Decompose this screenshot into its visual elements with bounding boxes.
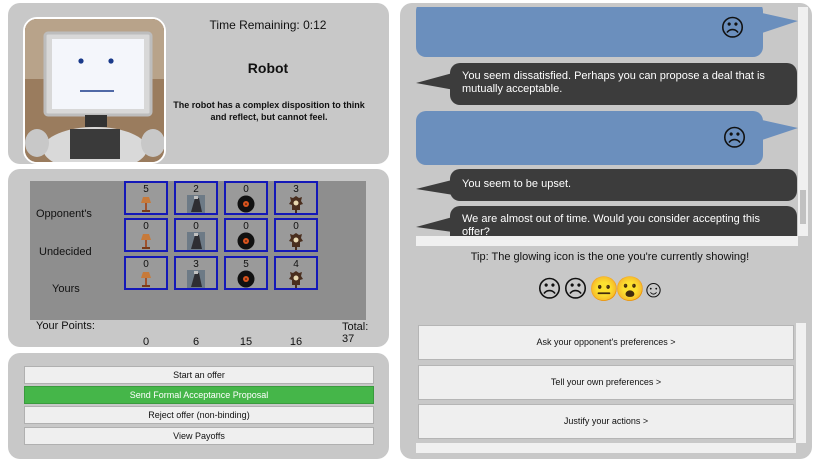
user-message: ☹ — [416, 7, 763, 57]
item-board: Opponent's Undecided Yours Your Points: … — [30, 181, 368, 348]
chat-horizontal-scrollbar[interactable] — [416, 236, 798, 246]
cell-undecided-2[interactable]: 0 — [174, 218, 218, 252]
robot-image — [25, 19, 164, 162]
item-count: 2 — [193, 184, 199, 195]
chat-history[interactable]: ☹ You seem dissatisfied. Perhaps you can… — [416, 7, 798, 236]
item-count: 0 — [243, 184, 249, 195]
row-label-undecided: Undecided — [39, 246, 92, 258]
item-count: 3 — [293, 184, 299, 195]
record-player-icon[interactable] — [187, 232, 205, 250]
item-count: 4 — [293, 259, 299, 270]
agent-message: You seem dissatisfied. Perhaps you can p… — [450, 63, 797, 105]
item-count: 0 — [243, 221, 249, 232]
bubble-tail — [762, 120, 798, 140]
cell-opponent-4[interactable]: 3 — [274, 181, 318, 215]
cell-undecided-4[interactable]: 0 — [274, 218, 318, 252]
send-acceptance-button[interactable]: Send Formal Acceptance Proposal — [24, 386, 374, 404]
chat-panel: ☹ You seem dissatisfied. Perhaps you can… — [400, 3, 812, 459]
menu-vertical-scrollbar[interactable] — [796, 323, 806, 443]
menu-horizontal-scrollbar[interactable] — [416, 443, 796, 453]
opponent-info-panel: Time Remaining: 0:12 Robot The robot has… — [8, 3, 389, 164]
chat-vertical-scrollbar[interactable] — [798, 7, 808, 236]
lamp-icon[interactable] — [137, 195, 155, 213]
cell-undecided-3[interactable]: 0 — [224, 218, 268, 252]
view-payoffs-button[interactable]: View Payoffs — [24, 427, 374, 445]
item-points: 6 — [192, 336, 200, 348]
cell-yours-1[interactable]: 0 — [124, 256, 168, 290]
opponent-name: Robot — [247, 60, 289, 76]
cell-yours-3[interactable]: 5 — [224, 256, 268, 290]
agent-message: You seem to be upset. — [450, 169, 797, 201]
item-count: 5 — [243, 259, 249, 270]
item-points: 16 — [289, 336, 303, 348]
cell-yours-4[interactable]: 4 — [274, 256, 318, 290]
cell-undecided-1[interactable]: 0 — [124, 218, 168, 252]
cell-opponent-3[interactable]: 0 — [224, 181, 268, 215]
user-message: ☹ — [416, 111, 763, 165]
item-board-panel: Opponent's Undecided Yours Your Points: … — [8, 169, 389, 348]
clock-icon[interactable] — [287, 232, 305, 250]
clock-icon[interactable] — [287, 270, 305, 288]
happy-face-icon[interactable]: ☺ — [641, 277, 666, 303]
item-count: 0 — [143, 221, 149, 232]
vinyl-record-icon[interactable] — [237, 270, 255, 288]
item-count: 5 — [143, 184, 149, 195]
item-count: 0 — [193, 221, 199, 232]
tell-preferences-button[interactable]: Tell your own preferences > — [418, 365, 794, 400]
item-count: 0 — [143, 259, 149, 270]
angry-face-icon[interactable]: ☹ — [537, 277, 562, 303]
sad-face-icon: ☹ — [722, 125, 748, 152]
cell-opponent-2[interactable]: 2 — [174, 181, 218, 215]
item-count: 3 — [193, 259, 199, 270]
clock-icon[interactable] — [287, 195, 305, 213]
record-player-icon[interactable] — [187, 270, 205, 288]
lamp-icon[interactable] — [137, 232, 155, 250]
ask-preferences-button[interactable]: Ask your opponent's preferences > — [418, 325, 794, 360]
vinyl-record-icon[interactable] — [237, 195, 255, 213]
neutral-face-icon[interactable]: 😐 — [589, 277, 619, 303]
vinyl-record-icon[interactable] — [237, 232, 255, 250]
record-player-icon[interactable] — [187, 195, 205, 213]
cell-yours-2[interactable]: 3 — [174, 256, 218, 290]
lamp-icon[interactable] — [137, 270, 155, 288]
robot-avatar — [23, 17, 166, 164]
angry-face-icon: ☹ — [720, 15, 746, 42]
offer-actions-panel: Start an offer Send Formal Acceptance Pr… — [8, 353, 389, 459]
time-remaining: Time Remaining: 0:12 — [209, 18, 327, 32]
tip-text: Tip: The glowing icon is the one you're … — [470, 251, 750, 263]
item-count: 0 — [293, 221, 299, 232]
item-points: 0 — [142, 336, 150, 348]
row-label-your-points: Your Points: — [36, 320, 95, 332]
bubble-tail — [762, 13, 798, 33]
opponent-description: The robot has a complex disposition to t… — [173, 100, 365, 122]
total-points: Total: 37 — [342, 321, 369, 345]
cell-opponent-1[interactable]: 5 — [124, 181, 168, 215]
reject-offer-button[interactable]: Reject offer (non-binding) — [24, 406, 374, 424]
scroll-thumb[interactable] — [800, 190, 806, 224]
item-points: 15 — [239, 336, 253, 348]
justify-actions-button[interactable]: Justify your actions > — [418, 404, 794, 439]
start-offer-button[interactable]: Start an offer — [24, 366, 374, 384]
surprised-face-icon[interactable]: 😮 — [615, 277, 645, 303]
row-label-yours: Yours — [52, 283, 80, 295]
sad-face-icon[interactable]: ☹ — [563, 277, 588, 303]
emotion-selector: ☹ ☹ 😐 😮 ☺ — [537, 277, 677, 303]
row-label-opponent: Opponent's — [36, 208, 92, 220]
agent-message: We are almost out of time. Would you con… — [450, 206, 797, 236]
